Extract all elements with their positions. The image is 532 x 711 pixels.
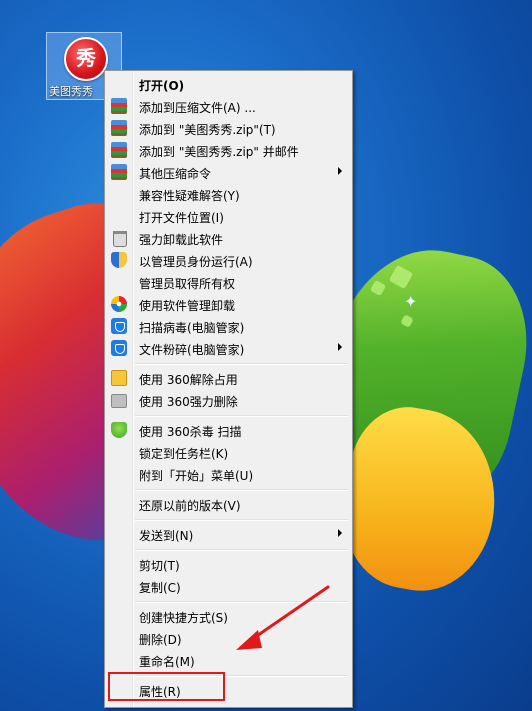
annotation-arrow-icon — [236, 585, 330, 650]
